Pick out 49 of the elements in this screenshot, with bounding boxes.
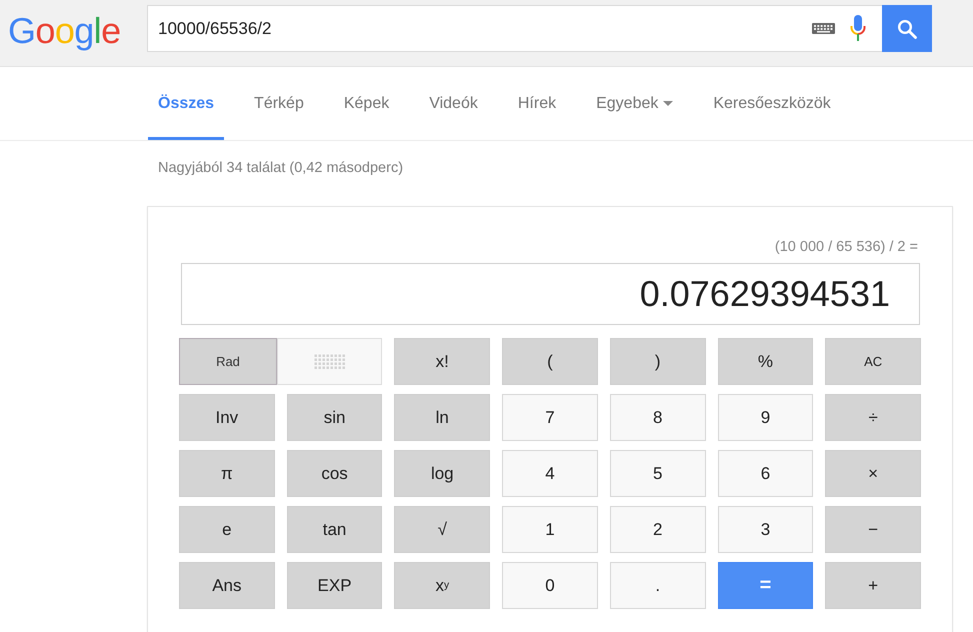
function-key[interactable]: cos bbox=[286, 450, 382, 497]
digit-key[interactable]: 1 bbox=[502, 506, 598, 553]
function-key[interactable]: sin bbox=[286, 394, 382, 441]
result-display: 0.07629394531 bbox=[181, 263, 920, 325]
function-key[interactable]: x$^{y}$ bbox=[394, 562, 490, 609]
function-key[interactable]: ) bbox=[610, 338, 706, 385]
tab[interactable]: Képek bbox=[334, 67, 400, 140]
tab[interactable]: Keresőeszközök bbox=[703, 67, 841, 140]
microphone-icon[interactable] bbox=[850, 15, 866, 41]
digit-key[interactable]: 5 bbox=[610, 450, 706, 497]
tab[interactable]: Összes bbox=[148, 67, 224, 140]
function-key[interactable]: × bbox=[825, 450, 921, 497]
dot-pattern-icon bbox=[314, 354, 346, 370]
search-icon bbox=[897, 18, 917, 38]
search-button[interactable] bbox=[882, 5, 932, 52]
result-stats: Nagyjából 34 találat (0,42 másodperc) bbox=[157, 159, 404, 178]
expression-text: (10 000 / 65 536) / 2 = bbox=[774, 238, 919, 256]
function-key[interactable]: √ bbox=[394, 506, 490, 553]
function-key[interactable]: + bbox=[825, 562, 921, 609]
digit-key[interactable]: 7 bbox=[502, 394, 598, 441]
function-key[interactable]: π bbox=[179, 450, 275, 497]
digit-key[interactable]: 6 bbox=[718, 450, 814, 497]
digit-key[interactable]: 0 bbox=[502, 562, 598, 609]
digit-key[interactable]: 3 bbox=[718, 506, 814, 553]
function-key[interactable]: % bbox=[718, 338, 814, 385]
function-key[interactable]: log bbox=[394, 450, 490, 497]
tab[interactable]: Hírek bbox=[508, 67, 566, 140]
tab[interactable]: Egyebek bbox=[586, 67, 684, 140]
function-key[interactable]: Inv bbox=[179, 394, 275, 441]
digit-key[interactable]: 9 bbox=[718, 394, 814, 441]
tab[interactable]: Videók bbox=[419, 67, 488, 140]
digit-key[interactable]: 2 bbox=[610, 506, 706, 553]
tab[interactable]: Térkép bbox=[244, 67, 314, 140]
function-key[interactable]: x! bbox=[394, 338, 490, 385]
digit-key[interactable]: 4 bbox=[502, 450, 598, 497]
function-key[interactable]: − bbox=[825, 506, 921, 553]
function-key[interactable]: tan bbox=[286, 506, 382, 553]
clear-key[interactable]: AC bbox=[825, 338, 921, 385]
digit-key[interactable]: 8 bbox=[610, 394, 706, 441]
function-key[interactable]: ln bbox=[394, 394, 490, 441]
angle-mode-button[interactable]: Rad bbox=[179, 338, 277, 385]
keyboard-icon[interactable] bbox=[812, 23, 835, 34]
function-key[interactable]: EXP bbox=[286, 562, 382, 609]
function-key[interactable]: e bbox=[179, 506, 275, 553]
function-key[interactable]: Ans bbox=[179, 562, 275, 609]
search-field[interactable]: 10000/65536/2 bbox=[147, 5, 882, 52]
function-key[interactable]: ( bbox=[502, 338, 598, 385]
digit-key[interactable]: . bbox=[610, 562, 706, 609]
function-key[interactable]: ÷ bbox=[825, 394, 921, 441]
